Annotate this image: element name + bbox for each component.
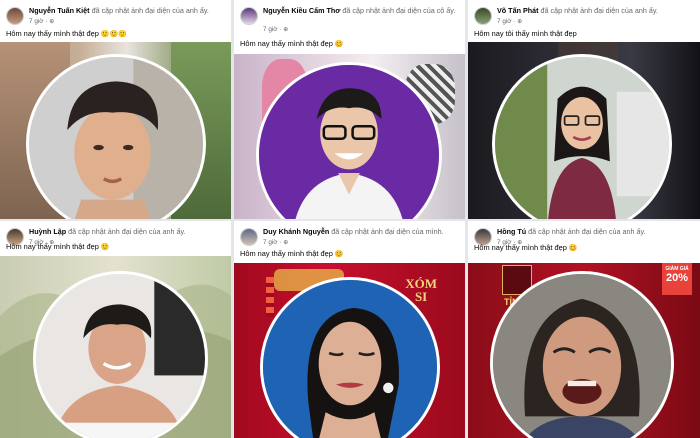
emoji-icon: 😊	[334, 251, 344, 258]
post-caption: Hôm nay thấy mình thật đẹp 🙂	[6, 242, 110, 251]
post-action: đã cập nhật ảnh đại diện của anh ấy.	[68, 227, 186, 236]
globe-icon: ⊕	[283, 27, 289, 33]
profile-photo-image	[259, 65, 439, 219]
profile-picture[interactable]	[26, 54, 206, 219]
post-caption: Hôm nay tôi thấy mình thật đẹp	[474, 29, 577, 38]
emoji-icon: 🙂🙂🙂	[100, 31, 128, 38]
post-meta: 7 giờ · ⊕	[263, 239, 289, 246]
globe-icon: ⊕	[49, 19, 55, 25]
post-action: đã cập nhật ảnh đại diện của cô ấy.	[342, 6, 456, 15]
profile-picture[interactable]	[492, 54, 672, 219]
avatar[interactable]	[474, 7, 492, 25]
emoji-icon: 😊	[334, 41, 344, 48]
post-header: Nguyễn Tuấn Kiệt đã cập nhật ảnh đại diệ…	[6, 6, 225, 28]
profile-photo-image	[36, 274, 205, 438]
emoji-icon: 🙂	[100, 244, 110, 251]
post-card: Hồng Tú đã cập nhật ảnh đại diện của anh…	[468, 221, 700, 438]
post-action: đã cập nhật ảnh đại diện của anh ấy.	[540, 6, 658, 15]
post-meta: 7 giờ · ⊕	[29, 18, 55, 25]
author-name[interactable]: Huỳnh Lập	[29, 227, 66, 236]
profile-picture[interactable]	[33, 271, 208, 438]
avatar[interactable]	[240, 228, 258, 246]
profile-photo-image	[29, 57, 203, 219]
author-name[interactable]: Võ Tấn Phát	[497, 6, 539, 15]
post-header: Võ Tấn Phát đã cập nhật ảnh đại diện của…	[474, 6, 694, 28]
post-header: Duy Khánh Nguyễn đã cập nhật ảnh đại diệ…	[240, 227, 459, 249]
post-time[interactable]: 7 giờ	[263, 239, 278, 246]
post-meta: 7 giờ · ⊕	[497, 18, 523, 25]
avatar[interactable]	[6, 7, 24, 25]
post-caption: Hôm nay thấy mình thật đẹp 😊	[240, 249, 344, 258]
profile-photo-image	[495, 57, 669, 219]
post-time[interactable]: 7 giờ	[497, 18, 512, 25]
post-action: đã cập nhật ảnh đại diện của mình.	[331, 227, 444, 236]
author-name[interactable]: Nguyễn Kiều Cẩm Thơ	[263, 6, 340, 15]
profile-photo-image	[263, 280, 437, 438]
globe-icon: ⊕	[283, 240, 289, 246]
profile-photo-image	[493, 274, 671, 438]
author-name[interactable]: Nguyễn Tuấn Kiệt	[29, 6, 90, 15]
emoji-icon: 😊	[568, 245, 578, 252]
author-name[interactable]: Hồng Tú	[497, 227, 526, 236]
post-time[interactable]: 7 giờ	[263, 26, 278, 33]
post-header: Nguyễn Kiều Cẩm Thơ đã cập nhật ảnh đại …	[240, 6, 459, 33]
avatar[interactable]	[240, 7, 258, 25]
post-meta: 7 giờ · ⊕	[263, 26, 289, 33]
post-caption: Hôm nay thấy mình thật đẹp 😊	[240, 39, 344, 48]
author-name[interactable]: Duy Khánh Nguyễn	[263, 227, 329, 236]
post-time[interactable]: 7 giờ	[29, 18, 44, 25]
post-card: Duy Khánh Nguyễn đã cập nhật ảnh đại diệ…	[234, 221, 465, 438]
post-card: Nguyễn Tuấn Kiệt đã cập nhật ảnh đại diệ…	[0, 0, 231, 219]
post-caption: Hôm nay thấy mình thật đẹp 😊	[474, 243, 578, 252]
promo-badge: GIẢM GIÁ 20%	[662, 263, 692, 295]
globe-icon: ⊕	[517, 19, 523, 25]
post-action: đã cập nhật ảnh đại diện của anh ấy.	[528, 227, 646, 236]
post-card: Võ Tấn Phát đã cập nhật ảnh đại diện của…	[468, 0, 700, 219]
post-caption: Hôm nay thấy mình thật đẹp 🙂🙂🙂	[6, 29, 128, 38]
post-card: Nguyễn Kiều Cẩm Thơ đã cập nhật ảnh đại …	[234, 0, 465, 219]
post-card: Huỳnh Lập đã cập nhật ảnh đại diện của a…	[0, 221, 231, 438]
post-action: đã cập nhật ảnh đại diện của anh ấy.	[91, 6, 209, 15]
